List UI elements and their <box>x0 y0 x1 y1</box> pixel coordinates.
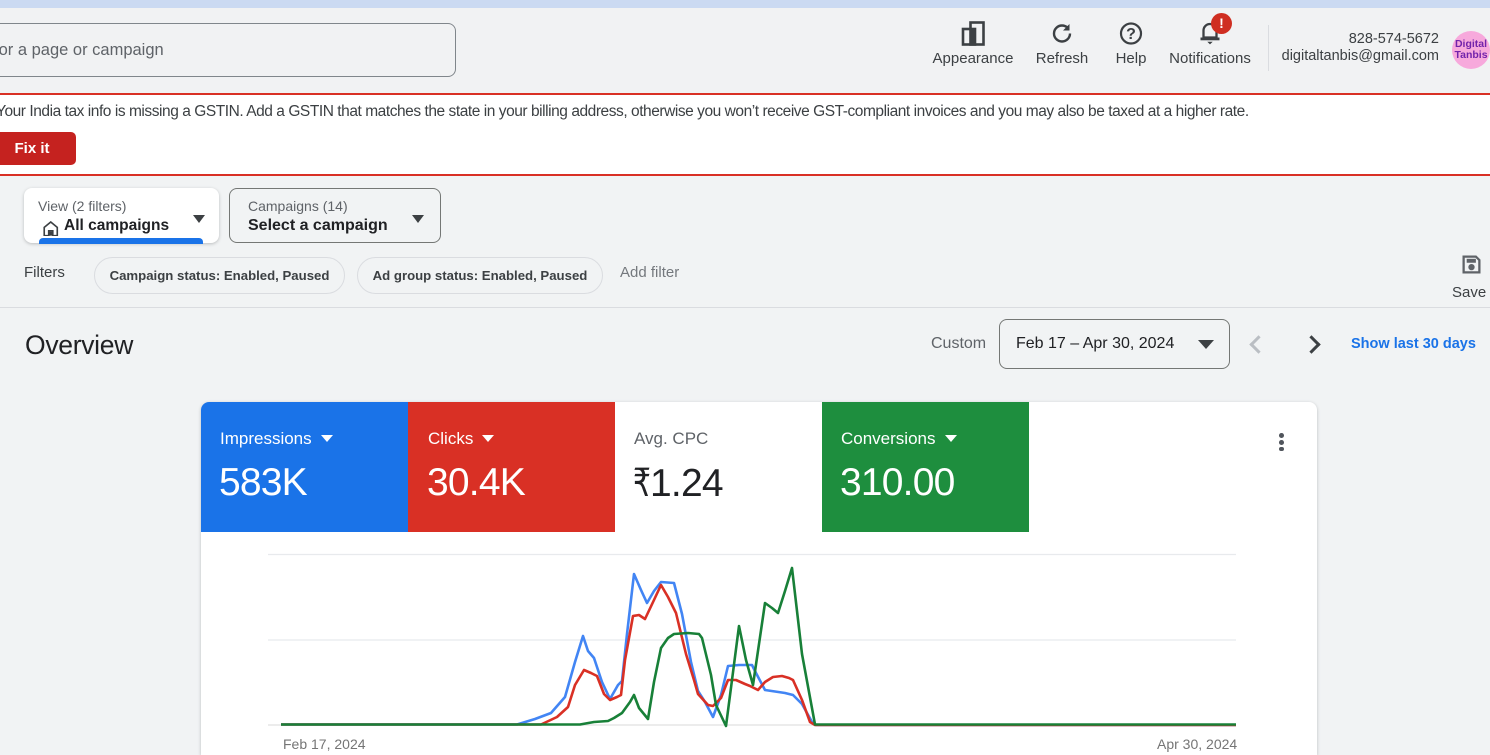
svg-text:?: ? <box>1126 26 1136 43</box>
